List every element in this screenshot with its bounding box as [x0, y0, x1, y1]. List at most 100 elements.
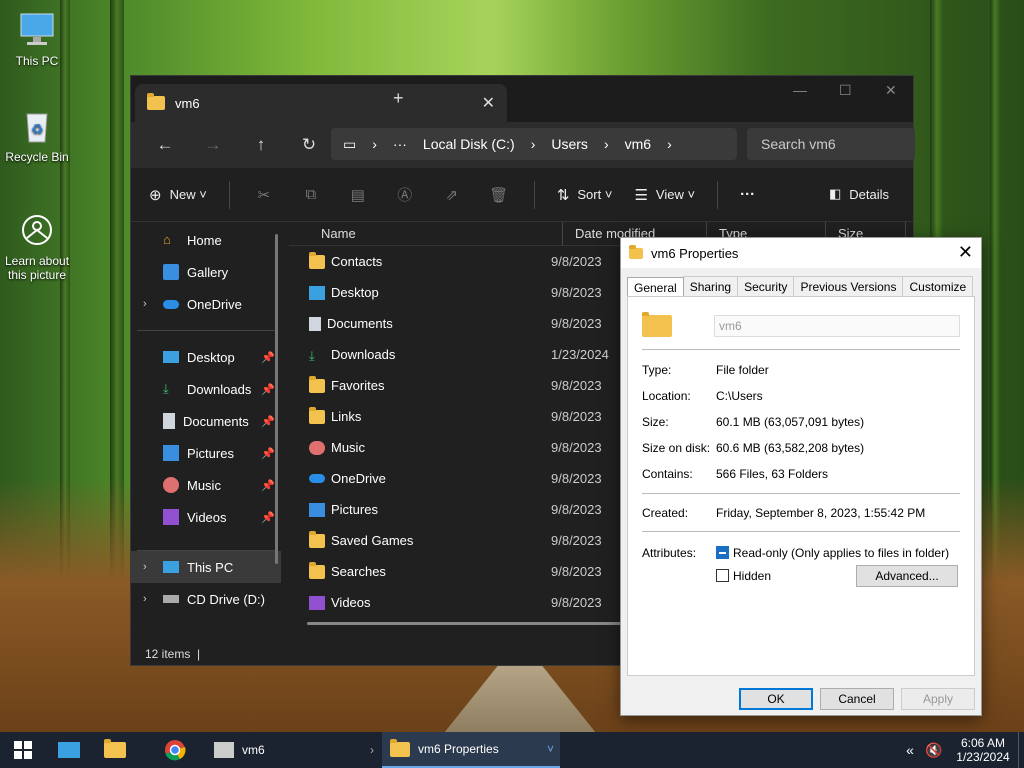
- tab-customize[interactable]: Customize: [902, 276, 974, 297]
- cancel-button[interactable]: Cancel: [820, 688, 894, 710]
- refresh-button[interactable]: ↻: [285, 135, 333, 155]
- pin-icon[interactable]: 📌: [261, 351, 275, 364]
- file-name: Pictures: [331, 502, 378, 517]
- sidebar-item-label: Documents: [183, 413, 249, 429]
- more-options-button[interactable]: ···: [740, 186, 763, 203]
- hidden-checkbox[interactable]: Hidden: [716, 569, 771, 583]
- minimize-button[interactable]: —: [793, 82, 807, 98]
- tab-sharing[interactable]: Sharing: [682, 276, 739, 297]
- up-button[interactable]: ↑: [237, 135, 285, 155]
- tab-general[interactable]: General: [627, 277, 684, 298]
- file-explorer-taskbar-icon[interactable]: [92, 732, 138, 768]
- show-desktop-button[interactable]: [1018, 732, 1024, 768]
- sidebar-item-label: Downloads: [187, 381, 252, 397]
- sidebar-item-cd-drive[interactable]: › CD Drive (D:): [131, 583, 281, 615]
- hidden-label: Hidden: [733, 569, 772, 583]
- task-label: vm6 Properties: [418, 742, 499, 756]
- folder-large-icon: [642, 312, 672, 337]
- address-bar[interactable]: ▭ › ··· Local Disk (C:) › Users › vm6 ›: [331, 128, 737, 160]
- apply-button[interactable]: Apply: [901, 688, 975, 710]
- chevron-right-icon[interactable]: ›: [143, 298, 147, 310]
- sidebar-item-gallery[interactable]: Gallery: [131, 256, 281, 288]
- taskbar-task-vm6-properties[interactable]: vm6 Properties ˅: [382, 732, 560, 768]
- desktop-icon-label: Learn about this picture: [4, 254, 70, 282]
- chrome-icon: [165, 740, 186, 761]
- file-name-cell: Documents: [289, 316, 551, 331]
- delete-icon[interactable]: 🗑: [487, 186, 511, 204]
- rename-icon[interactable]: Ⓐ: [393, 184, 417, 205]
- pin-icon[interactable]: 📌: [261, 415, 275, 428]
- chevron-right-icon[interactable]: ›: [143, 561, 147, 573]
- cut-icon[interactable]: ✂: [252, 186, 276, 204]
- paste-icon[interactable]: ▤: [346, 186, 370, 204]
- horizontal-scrollbar[interactable]: [307, 622, 637, 625]
- column-name[interactable]: Name: [289, 221, 563, 246]
- desktop-icon-recycle-bin[interactable]: ♻ Recycle Bin: [0, 106, 74, 164]
- more-icon[interactable]: ···: [393, 136, 407, 152]
- new-tab-button[interactable]: +: [393, 88, 404, 109]
- chevron-down-icon[interactable]: ˅: [547, 742, 554, 756]
- desktop-icon-this-pc[interactable]: This PC: [0, 10, 74, 68]
- tab-previous-versions[interactable]: Previous Versions: [793, 276, 904, 297]
- downloads-folder-icon: ⤓: [309, 347, 315, 363]
- pin-icon[interactable]: 📌: [261, 479, 275, 492]
- sidebar-item-home[interactable]: ⌂ Home: [131, 224, 281, 256]
- sort-button[interactable]: ⇅ Sort ˅: [557, 186, 613, 204]
- pin-icon[interactable]: 📌: [261, 511, 275, 524]
- file-name-cell: OneDrive: [289, 471, 551, 486]
- chevron-left-icon[interactable]: «: [900, 742, 920, 758]
- sidebar-item-videos[interactable]: Videos 📌: [131, 501, 281, 533]
- readonly-checkbox[interactable]: Read-only (Only applies to files in fold…: [716, 546, 949, 560]
- desktop-taskbar-icon[interactable]: [46, 732, 92, 768]
- pin-icon[interactable]: 📌: [261, 383, 275, 396]
- desktop-icon-label: Recycle Bin: [5, 150, 69, 164]
- details-button[interactable]: ◧ Details: [829, 186, 889, 202]
- tab-vm6[interactable]: vm6 ✕: [135, 84, 507, 122]
- close-tab-icon[interactable]: ✕: [482, 93, 495, 113]
- sidebar-item-onedrive[interactable]: › OneDrive: [131, 288, 281, 320]
- copy-icon[interactable]: ⧉: [299, 186, 323, 203]
- file-name: OneDrive: [331, 471, 386, 486]
- back-button[interactable]: ←: [141, 135, 189, 155]
- advanced-button[interactable]: Advanced...: [856, 565, 958, 587]
- share-icon[interactable]: ⇗: [440, 186, 464, 204]
- start-button[interactable]: [0, 732, 46, 768]
- breadcrumb-item[interactable]: Users: [551, 136, 588, 152]
- sidebar-item-documents[interactable]: Documents 📌: [131, 405, 281, 437]
- new-button[interactable]: ⊕ New ˅: [149, 186, 207, 204]
- sidebar-item-pictures[interactable]: Pictures 📌: [131, 437, 281, 469]
- close-dialog-icon[interactable]: ✕: [958, 242, 973, 263]
- view-button[interactable]: ☰ View ˅: [634, 186, 695, 204]
- title-bar: vm6 ✕ + — ☐ ✕: [131, 76, 913, 122]
- close-window-button[interactable]: ✕: [885, 82, 897, 99]
- folder-icon: [309, 406, 325, 424]
- videos-folder-icon: [309, 595, 325, 610]
- breadcrumb-item[interactable]: vm6: [625, 136, 651, 152]
- task-label: vm6: [242, 743, 265, 757]
- breadcrumb-item[interactable]: Local Disk (C:): [423, 136, 515, 152]
- pin-icon[interactable]: 📌: [261, 447, 275, 460]
- ok-button[interactable]: OK: [739, 688, 813, 710]
- sidebar-item-music[interactable]: Music 📌: [131, 469, 281, 501]
- clock[interactable]: 6:06 AM 1/23/2024: [948, 736, 1018, 764]
- desktop-icon-learn-picture[interactable]: Learn about this picture: [0, 210, 74, 282]
- sidebar-item-label: CD Drive (D:): [187, 591, 265, 607]
- date-modified-cell: 9/8/2023: [551, 564, 602, 579]
- search-input[interactable]: Search vm6: [747, 128, 915, 160]
- tab-security[interactable]: Security: [737, 276, 795, 297]
- sidebar-scrollbar[interactable]: [275, 234, 278, 564]
- windows-icon: [14, 741, 32, 759]
- sidebar-item-desktop[interactable]: Desktop 📌: [131, 341, 281, 373]
- sidebar-item-downloads[interactable]: ⤓ Downloads 📌: [131, 373, 281, 405]
- forward-button[interactable]: →: [189, 135, 237, 155]
- speaker-muted-icon[interactable]: 🔇: [920, 742, 948, 759]
- location-value: C:\Users: [716, 389, 763, 403]
- chrome-taskbar-icon[interactable]: [152, 732, 198, 768]
- taskbar-task-vm6[interactable]: vm6 ›: [206, 732, 374, 768]
- maximize-button[interactable]: ☐: [839, 82, 852, 99]
- sidebar-item-this-pc[interactable]: › This PC: [131, 551, 281, 583]
- sort-icon: ⇅: [556, 186, 570, 204]
- explorer-window-icon: [214, 742, 234, 758]
- folder-name-field[interactable]: vm6: [714, 315, 960, 337]
- chevron-right-icon[interactable]: ›: [143, 593, 147, 605]
